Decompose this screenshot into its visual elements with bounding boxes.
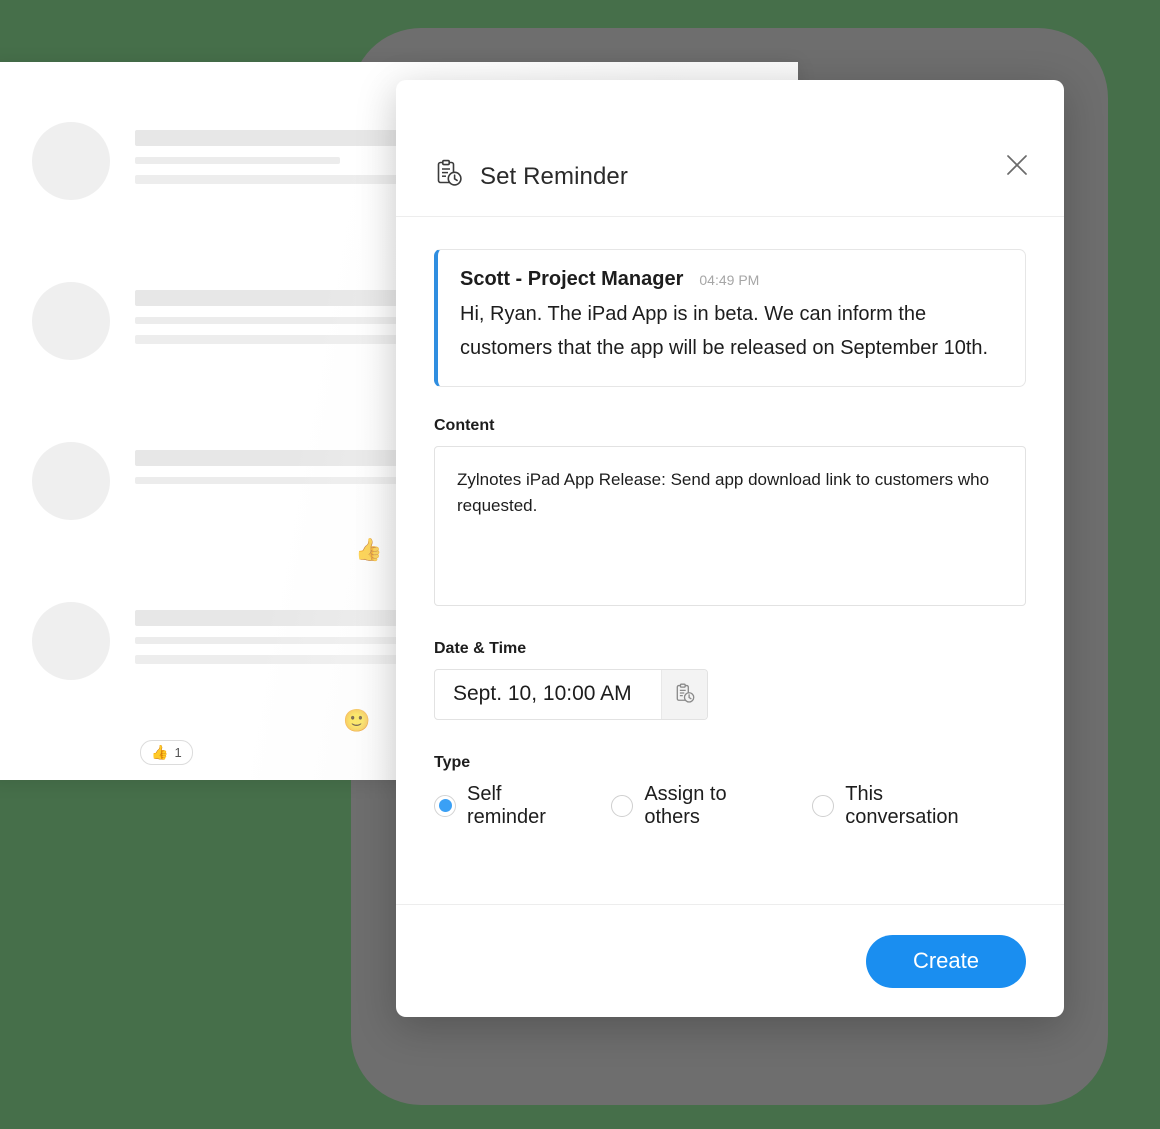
- type-radio-group: Self reminder Assign to others This conv…: [434, 783, 1026, 829]
- radio-icon: [812, 794, 835, 817]
- datetime-section: Date & Time Sept. 10, 10:00 AM: [434, 640, 1026, 720]
- avatar: [32, 442, 110, 520]
- modal-header-left: Set Reminder: [434, 159, 628, 194]
- quote-author: Scott - Project Manager: [460, 268, 684, 290]
- quoted-message: Scott - Project Manager 04:49 PM Hi, Rya…: [434, 249, 1026, 387]
- thumbs-up-emoji: 👍: [355, 537, 383, 562]
- reaction-count: 1: [174, 745, 182, 760]
- avatar: [32, 282, 110, 360]
- radio-icon: [434, 794, 456, 817]
- thumbs-up-icon: 👍: [151, 744, 169, 760]
- avatar: [32, 602, 110, 680]
- type-section: Type Self reminder Assign to others This…: [434, 754, 1026, 829]
- content-input[interactable]: Zylnotes iPad App Release: Send app down…: [434, 445, 1026, 606]
- datetime-label: Date & Time: [434, 639, 527, 657]
- create-button[interactable]: Create: [865, 934, 1026, 988]
- datetime-picker-button[interactable]: [661, 669, 707, 719]
- clipboard-clock-icon: [676, 683, 694, 703]
- quoted-message-header: Scott - Project Manager 04:49 PM: [460, 268, 1003, 291]
- datetime-input[interactable]: Sept. 10, 10:00 AM: [435, 670, 661, 719]
- clipboard-clock-icon: [434, 159, 464, 194]
- close-button[interactable]: [1000, 148, 1034, 182]
- page-title: Set Reminder: [480, 162, 628, 190]
- datetime-field: Sept. 10, 10:00 AM: [434, 668, 708, 720]
- modal-header: Set Reminder: [396, 80, 1064, 217]
- radio-this-conversation[interactable]: This conversation: [812, 783, 995, 829]
- reaction-pill[interactable]: 👍 1: [140, 740, 193, 765]
- radio-label: Self reminder: [467, 782, 546, 828]
- content-section: Content Zylnotes iPad App Release: Send …: [434, 417, 1026, 606]
- quote-text: Hi, Ryan. The iPad App is in beta. We ca…: [460, 303, 989, 360]
- modal-body: Scott - Project Manager 04:49 PM Hi, Rya…: [396, 217, 1064, 829]
- radio-self-reminder[interactable]: Self reminder: [434, 783, 580, 829]
- radio-label: This conversation: [845, 782, 959, 828]
- close-icon: [1007, 155, 1027, 175]
- skeleton-bar: [135, 157, 340, 164]
- type-label: Type: [434, 753, 471, 771]
- set-reminder-modal: Set Reminder Scott - Project Manager 04:…: [396, 80, 1064, 1017]
- radio-icon: [611, 794, 634, 817]
- radio-assign-to-others[interactable]: Assign to others: [611, 783, 781, 829]
- smiley-emoji: 🙂: [343, 708, 371, 733]
- content-label: Content: [434, 416, 495, 434]
- avatar: [32, 122, 110, 200]
- modal-footer: Create: [396, 904, 1064, 1017]
- quote-timestamp: 04:49 PM: [699, 272, 760, 288]
- radio-label: Assign to others: [644, 782, 727, 828]
